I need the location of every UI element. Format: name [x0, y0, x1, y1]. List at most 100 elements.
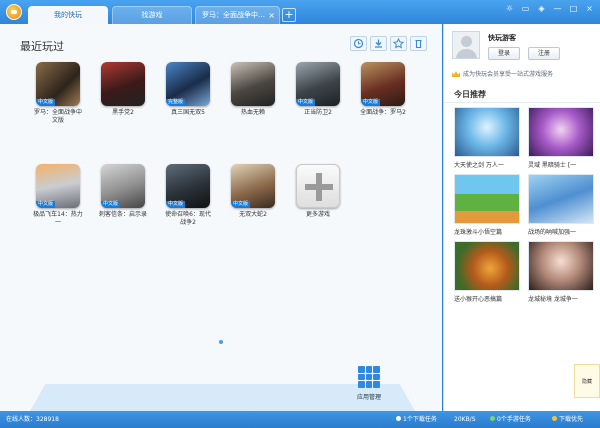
game-cod-mw2[interactable]: 中文版 使命召唤6：现代战争2 [163, 164, 213, 227]
version-badge: 中文版 [296, 99, 316, 106]
hide-panel-button[interactable]: 隐藏 [574, 364, 600, 398]
recent-games-panel: 最近玩过 中文版 罗马：全面战争中文版 黑手党2 完整版 真三国无双5 热血无赖 [0, 24, 442, 411]
maximize-icon[interactable]: □ [569, 4, 578, 13]
app-logo-icon[interactable] [6, 4, 22, 20]
tab-my-games[interactable]: 我的快玩 [28, 6, 108, 24]
download-tasks[interactable]: 1个下载任务 [396, 411, 437, 428]
tab-rome-total-war[interactable]: 罗马：全面战争中… × [195, 6, 280, 24]
game-thumbnail [231, 62, 275, 106]
rec-thumbnail [528, 174, 594, 224]
skin-icon[interactable]: ☼ [505, 4, 514, 13]
version-badge: 中文版 [361, 99, 381, 106]
delete-button[interactable] [410, 36, 427, 51]
settings-icon[interactable]: ◈ [537, 4, 546, 13]
username: 快玩游客 [488, 34, 516, 42]
game-label: 更多游戏 [305, 211, 330, 218]
game-warriors-orochi-2[interactable]: 中文版 无双大蛇2 [228, 164, 278, 219]
version-badge: 中文版 [101, 201, 121, 208]
game-nfs-hot-pursuit[interactable]: 中文版 极品飞车14：热力一 [33, 164, 83, 227]
app-manage-button[interactable]: 应用管理 [352, 366, 386, 401]
game-label: 正当防卫2 [304, 109, 332, 116]
page-indicator[interactable] [219, 340, 223, 344]
lightning-icon [552, 416, 557, 421]
title-bar: 我的快玩 找游戏 罗马：全面战争中… × + ☼ ▭ ◈ — □ × [0, 0, 600, 24]
rec-thumbnail [528, 241, 594, 291]
rec-game-6[interactable]: 龙城秘境 龙城争一 [528, 241, 594, 303]
mobile-tasks[interactable]: 0个手游任务 [490, 411, 531, 428]
download-priority-label: 下载优先 [559, 416, 584, 423]
download-button[interactable] [370, 36, 387, 51]
download-icon [396, 416, 401, 421]
app-grid-icon [358, 366, 380, 388]
game-label: 热血无赖 [240, 109, 265, 116]
game-thumbnail: 中文版 [36, 62, 80, 106]
game-total-war-rome-2[interactable]: 中文版 全面战争：罗马2 [358, 62, 408, 117]
rec-game-2[interactable]: 灵域 黑暗骑士 [一 [528, 107, 594, 169]
download-icon [375, 39, 382, 48]
game-label: 罗马：全面战争中文版 [33, 109, 82, 124]
game-mafia-2[interactable]: 黑手党2 [98, 62, 148, 117]
rec-label: 大天使之剑 万人一 [454, 162, 504, 169]
crown-icon [452, 71, 460, 77]
version-badge: 完整版 [166, 99, 186, 106]
game-sleeping-dogs[interactable]: 热血无赖 [228, 62, 278, 117]
game-label: 极品飞车14：热力一 [33, 211, 83, 226]
rec-thumbnail [454, 241, 520, 291]
app-manage-label: 应用管理 [356, 394, 381, 401]
tab-label: 找游戏 [141, 11, 163, 19]
more-games-button[interactable]: 更多游戏 [293, 164, 343, 219]
tab-find-games[interactable]: 找游戏 [112, 6, 192, 24]
rec-thumbnail [528, 107, 594, 157]
game-assassins-creed-revelations[interactable]: 中文版 刺客信条：启示录 [98, 164, 148, 219]
phone-icon [490, 416, 495, 421]
rec-game-5[interactable]: 送小猴开心恶搞篇 [454, 241, 520, 303]
rec-game-1[interactable]: 大天使之剑 万人一 [454, 107, 520, 169]
add-tab-button[interactable]: + [282, 8, 296, 22]
tab-label: 罗马：全面战争中… [202, 11, 265, 19]
favorite-button[interactable] [390, 36, 407, 51]
history-button[interactable] [350, 36, 367, 51]
game-label: 无双大蛇2 [239, 211, 267, 218]
avatar[interactable] [452, 31, 480, 59]
game-rome-total-war[interactable]: 中文版 罗马：全面战争中文版 [33, 62, 83, 125]
rec-thumbnail [454, 107, 520, 157]
game-thumbnail: 中文版 [36, 164, 80, 208]
rec-label: 灵域 黑暗骑士 [一 [528, 162, 577, 169]
rec-game-4[interactable]: 战场的呐喊加强一 [528, 174, 594, 236]
game-dynasty-warriors-5[interactable]: 完整版 真三国无双5 [163, 62, 213, 117]
game-label: 全面战争：罗马2 [360, 109, 406, 116]
game-thumbnail [101, 62, 145, 106]
tab-label: 我的快玩 [54, 11, 82, 19]
mobile-tasks-label: 0个手游任务 [497, 416, 531, 423]
rec-thumbnail [454, 174, 520, 224]
game-thumbnail: 中文版 [296, 62, 340, 106]
game-label: 黑手党2 [112, 109, 134, 116]
status-bar: 在线人数：328918 1个下载任务 20KB/S 0个手游任务 下载优先 [0, 411, 600, 428]
today-recommend-title: 今日推荐 [454, 90, 486, 99]
rec-label: 龙珠激斗小悟空篇 [454, 229, 503, 236]
game-label: 真三国无双5 [171, 109, 205, 116]
section-title: 最近玩过 [20, 40, 64, 53]
download-priority[interactable]: 下载优先 [552, 411, 583, 428]
mini-mode-icon[interactable]: ▭ [521, 4, 530, 13]
login-button[interactable]: 登录 [488, 47, 520, 60]
download-speed: 20KB/S [454, 416, 476, 423]
game-label: 刺客信条：启示录 [98, 211, 147, 218]
member-promo[interactable]: 成为快玩会员享受一站式游戏服务 [452, 69, 553, 78]
download-tasks-label: 1个下载任务 [403, 416, 437, 423]
tab-close-icon[interactable]: × [268, 7, 275, 24]
online-count: 在线人数：328918 [6, 416, 59, 423]
version-badge: 中文版 [36, 201, 56, 208]
version-badge: 中文版 [166, 201, 186, 208]
version-badge: 中文版 [231, 201, 251, 208]
minimize-icon[interactable]: — [553, 4, 562, 13]
game-label: 使命召唤6：现代战争2 [165, 211, 211, 226]
rec-label: 战场的呐喊加强一 [528, 229, 577, 236]
register-button[interactable]: 注册 [528, 47, 560, 60]
game-just-cause-2[interactable]: 中文版 正当防卫2 [293, 62, 343, 117]
close-icon[interactable]: × [585, 4, 594, 13]
rec-label: 龙城秘境 龙城争一 [528, 296, 578, 303]
rec-game-3[interactable]: 龙珠激斗小悟空篇 [454, 174, 520, 236]
toolbar [350, 36, 427, 51]
rec-label: 送小猴开心恶搞篇 [454, 296, 503, 303]
